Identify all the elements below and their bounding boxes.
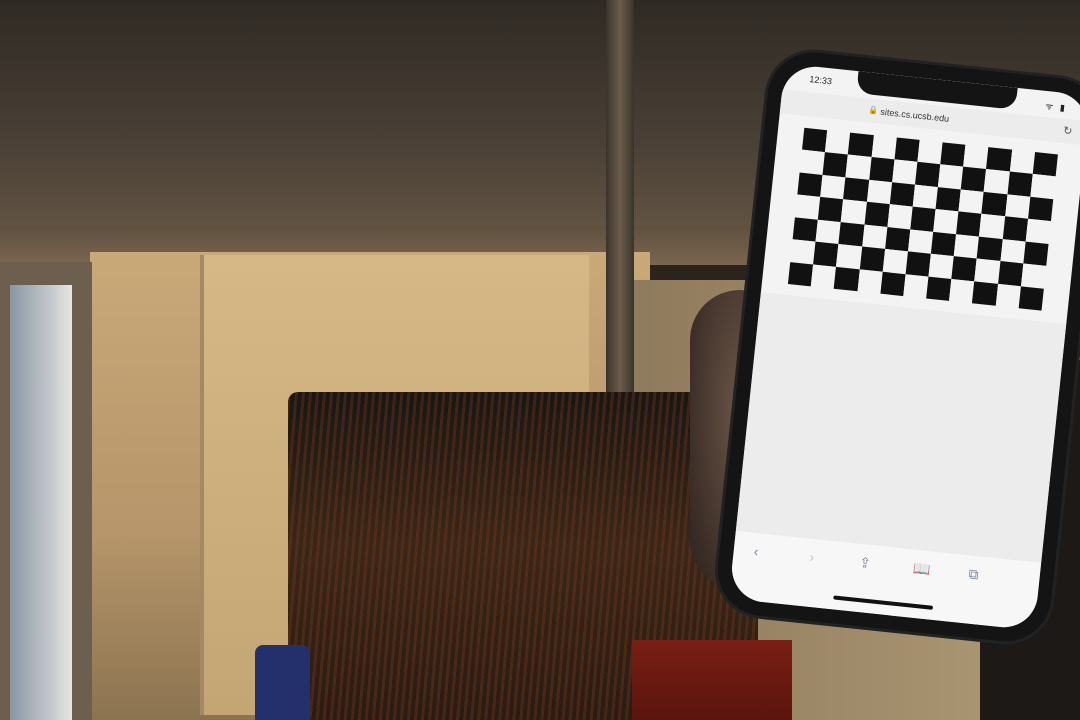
checker-square [912, 184, 938, 210]
status-time: 12:33 [808, 74, 833, 87]
checker-square [861, 224, 888, 250]
checker-square [843, 177, 869, 202]
checker-square [871, 135, 897, 160]
checker-square [880, 271, 906, 297]
support-pole [606, 0, 634, 400]
home-indicator [833, 595, 934, 610]
checker-square [1004, 194, 1031, 219]
checker-square [820, 174, 846, 200]
checker-square [882, 249, 908, 274]
checker-square [887, 204, 913, 230]
checker-square [953, 233, 980, 259]
checkerboard [787, 127, 1058, 311]
checker-square [787, 261, 814, 287]
red-fabric [632, 640, 792, 720]
lock-icon: 🔒 [868, 105, 879, 116]
checker-square [933, 209, 959, 234]
checker-square [977, 236, 1003, 262]
photo-scene: 12:33 ᯤ ▮ 🔒 sites.cs.ucsb.edu ↻ ‹ › ⇪ 📖 … [0, 0, 1080, 720]
checker-square [894, 137, 920, 163]
checker-square [956, 211, 982, 237]
page-body [735, 292, 1067, 563]
forward-icon[interactable]: › [809, 549, 815, 565]
checker-square [825, 130, 851, 155]
checker-square [797, 172, 823, 198]
bookmarks-icon[interactable]: 📖 [912, 560, 931, 579]
checker-square [866, 179, 892, 205]
phone-screen: 12:33 ᯤ ▮ 🔒 sites.cs.ucsb.edu ↻ ‹ › ⇪ 📖 … [728, 63, 1080, 631]
checker-square [815, 219, 842, 245]
checker-square [928, 253, 954, 279]
checker-square [1027, 196, 1054, 222]
checker-square [841, 199, 867, 225]
checker-square [995, 283, 1021, 309]
checker-square [903, 273, 929, 299]
back-icon[interactable]: ‹ [753, 543, 759, 559]
checker-square [794, 194, 821, 220]
checker-square [813, 241, 839, 267]
checker-square [910, 206, 936, 232]
checker-square [1025, 218, 1051, 244]
checker-square [884, 226, 911, 252]
reload-icon[interactable]: ↻ [1063, 124, 1074, 138]
checker-square [979, 214, 1005, 239]
checker-square [984, 169, 1010, 195]
checker-square [981, 191, 1008, 217]
checker-square [799, 150, 826, 175]
checker-square [822, 152, 849, 178]
checker-square [926, 276, 952, 301]
checker-square [845, 154, 872, 180]
checker-square [997, 261, 1024, 286]
checker-square [1009, 149, 1035, 175]
checker-square [917, 139, 943, 165]
checker-square [868, 157, 895, 183]
share-icon[interactable]: ⇪ [858, 554, 871, 572]
checker-square [810, 264, 837, 289]
checker-square [958, 189, 985, 215]
checker-square [1002, 216, 1028, 242]
checker-square [1032, 152, 1058, 177]
checker-square [859, 246, 885, 272]
checker-square [930, 231, 957, 257]
checker-square [914, 162, 941, 187]
checker-square [1023, 241, 1049, 266]
window-glass [10, 285, 72, 720]
checker-square [857, 268, 883, 294]
checker-square [940, 142, 966, 168]
checker-square [1007, 171, 1033, 197]
checker-square [792, 217, 819, 242]
checker-square [848, 132, 874, 158]
checker-square [961, 167, 987, 192]
checker-square [1018, 285, 1044, 311]
checker-square [838, 221, 865, 247]
checker-square [834, 266, 860, 292]
checker-square [891, 159, 918, 185]
status-icons: ᯤ ▮ [1044, 100, 1068, 114]
checker-square [972, 281, 998, 306]
checker-square [986, 147, 1012, 172]
checker-square [836, 244, 862, 269]
checker-square [974, 258, 1001, 284]
smartphone: 12:33 ᯤ ▮ 🔒 sites.cs.ucsb.edu ↻ ‹ › ⇪ 📖 … [713, 48, 1080, 646]
checker-square [1000, 238, 1026, 264]
checker-square [864, 201, 890, 227]
checker-square [963, 144, 989, 170]
checker-square [937, 164, 964, 190]
checker-square [905, 251, 931, 277]
checker-square [889, 182, 915, 207]
checker-square [951, 256, 978, 282]
checker-square [818, 197, 844, 222]
checker-square [907, 229, 934, 254]
checker-square [801, 127, 828, 153]
checker-square [1020, 263, 1047, 289]
checker-square [949, 278, 975, 304]
checker-square [1030, 174, 1056, 200]
blue-object [255, 645, 310, 720]
tabs-icon[interactable]: ⧉ [968, 565, 980, 583]
checker-square [790, 239, 816, 265]
checker-square [935, 186, 962, 212]
url-text[interactable]: sites.cs.ucsb.edu [880, 107, 950, 124]
